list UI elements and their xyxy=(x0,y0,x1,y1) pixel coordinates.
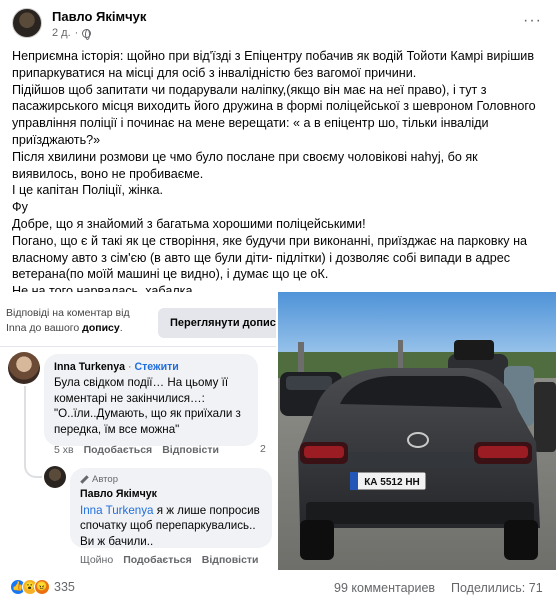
license-plate: КА 5512 НН xyxy=(364,477,420,488)
reactions-count[interactable]: 335 xyxy=(54,580,75,594)
author-badge: Автор xyxy=(80,472,262,487)
post-header: Павло Якімчук 2 д. · ··· xyxy=(0,0,556,42)
comment-bubble: Inna Turkenya · Стежити Була свідком под… xyxy=(44,354,258,446)
reply-link[interactable]: Відповісти xyxy=(202,554,259,566)
like-link[interactable]: Подобається xyxy=(84,444,153,456)
post-paragraph: Фу xyxy=(12,200,28,215)
like-link[interactable]: Подобається xyxy=(123,554,192,566)
shares-count-link[interactable]: Поделились: 71 xyxy=(451,581,543,595)
post-paragraph: Погано, що є й такі як це створіння, яке… xyxy=(12,233,528,282)
post-time[interactable]: 2 д. xyxy=(52,27,71,39)
reply-link[interactable]: Відповісти xyxy=(162,444,219,456)
reply-bubble: Автор Павло Якімчук Inna Turkenya я ж ли… xyxy=(70,468,272,548)
thread-connector xyxy=(24,386,42,478)
pencil-icon xyxy=(80,475,89,484)
comments-count-link[interactable]: 99 комментариев xyxy=(334,581,435,595)
angry-reaction-icon: 😠 xyxy=(34,579,50,595)
mention-link[interactable]: Inna Turkenya xyxy=(80,504,153,517)
comment-text: Була свідком події… На цьому її коментар… xyxy=(54,376,241,436)
post-meta: 2 д. · xyxy=(52,27,92,40)
follow-link[interactable]: Стежити xyxy=(134,361,178,373)
reply-time[interactable]: Щойно xyxy=(80,554,113,566)
comment-actions: 5 хв Подобається Відповісти xyxy=(54,444,219,456)
post-paragraph: Неприємна історія: щойно при від'їзді з … xyxy=(12,49,535,80)
reactions-summary[interactable]: 👍 😮 😠 335 xyxy=(10,579,75,595)
globe-icon xyxy=(82,28,92,40)
post-paragraph: Добре, що я знайомий з багатьма хорошими… xyxy=(12,216,366,231)
post-paragraph: Після хвилини розмови це чмо було послан… xyxy=(12,149,478,181)
more-options-button[interactable]: ··· xyxy=(523,12,542,30)
author-avatar[interactable] xyxy=(12,8,42,38)
post-paragraph: І це капітан Поліції, жінка. xyxy=(12,183,163,198)
reply-actions: Щойно Подобається Відповісти xyxy=(80,554,259,566)
post-footer: 👍 😮 😠 335 99 комментариев Поделились: 71 xyxy=(0,574,556,600)
commenter-avatar[interactable] xyxy=(8,352,40,384)
commenter-name[interactable]: Inna Turkenya xyxy=(54,361,125,373)
comment-time[interactable]: 5 хв xyxy=(54,444,74,456)
post-paragraph: Підійшов щоб запитати чи подарували налі… xyxy=(12,82,536,147)
author-name[interactable]: Павло Якімчук xyxy=(52,9,146,24)
reply-notice: Відповіді на коментар від Inna до вашого… xyxy=(6,307,130,334)
author-reply-avatar[interactable] xyxy=(44,466,66,488)
view-post-button[interactable]: Переглянути допис xyxy=(158,308,276,338)
car-photo[interactable]: КА 5512 НН xyxy=(278,292,556,570)
post-text: Неприємна історія: щойно при від'їзді з … xyxy=(12,48,546,300)
comment-screenshot: Відповіді на коментар від Inna до вашого… xyxy=(0,292,276,570)
reply-text: Inna Turkenya я ж лише попросив спочатку… xyxy=(80,503,260,548)
reply-count[interactable]: 2 xyxy=(260,443,266,455)
car-photo-illustration: КА 5512 НН xyxy=(278,292,556,570)
reply-author-name[interactable]: Павло Якімчук xyxy=(80,487,262,502)
divider xyxy=(0,346,276,347)
